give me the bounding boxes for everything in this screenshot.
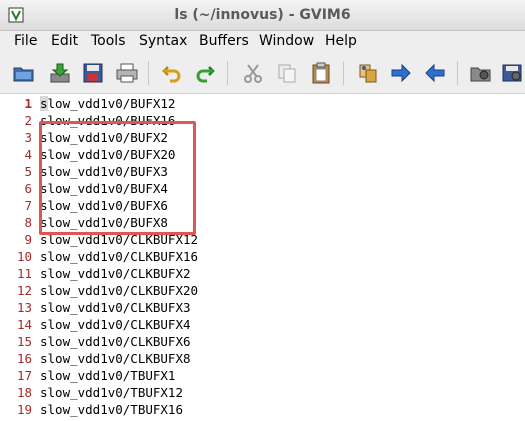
line-text: slow_vdd1v0/TBUFX1: [40, 368, 176, 383]
line-text: slow_vdd1v0/CLKBUFX4: [40, 317, 191, 332]
line-number: 4: [24, 147, 32, 162]
forward-icon[interactable]: [389, 61, 413, 85]
line-text: slow_vdd1v0/TBUFX16: [40, 402, 183, 417]
line-number: 7: [24, 198, 32, 213]
editor-line[interactable]: 18 slow_vdd1v0/TBUFX12: [0, 384, 525, 401]
open-icon[interactable]: [12, 61, 36, 85]
editor-line[interactable]: 19 slow_vdd1v0/TBUFX16: [0, 401, 525, 418]
line-text: slow_vdd1v0/BUFX12: [40, 96, 176, 111]
menu-bar: File Edit Tools Syntax Buffers Window He…: [0, 31, 525, 53]
make-icon[interactable]: [469, 61, 493, 85]
window-title: ls (~/innovus) - GVIM6: [174, 7, 351, 23]
line-number: 3: [24, 130, 32, 145]
line-number: 17: [16, 368, 32, 383]
cut-icon[interactable]: [241, 61, 265, 85]
script-icon[interactable]: [501, 61, 525, 85]
toolbar-separator: [227, 61, 228, 85]
editor-line[interactable]: 14 slow_vdd1v0/CLKBUFX4: [0, 316, 525, 333]
redo-icon[interactable]: [193, 61, 217, 85]
line-number: 9: [24, 232, 32, 247]
undo-icon[interactable]: [160, 61, 184, 85]
line-text: slow_vdd1v0/CLKBUFX20: [40, 283, 199, 298]
line-number: 18: [16, 385, 32, 400]
menu-file[interactable]: File: [14, 33, 37, 49]
menu-syntax[interactable]: Syntax: [139, 33, 187, 49]
replace-icon[interactable]: [356, 61, 380, 85]
editor-line[interactable]: 16 slow_vdd1v0/CLKBUFX8: [0, 350, 525, 367]
editor-line[interactable]: 11 slow_vdd1v0/CLKBUFX2: [0, 265, 525, 282]
menu-tools[interactable]: Tools: [91, 33, 126, 49]
line-number: 19: [16, 402, 32, 417]
editor-line[interactable]: 12 slow_vdd1v0/CLKBUFX20: [0, 282, 525, 299]
line-number: 2: [24, 113, 32, 128]
print-icon[interactable]: [115, 61, 139, 85]
paste-icon[interactable]: [309, 61, 333, 85]
toolbar: [0, 53, 525, 94]
back-icon[interactable]: [423, 61, 447, 85]
line-text: slow_vdd1v0/CLKBUFX6: [40, 334, 191, 349]
line-number: 16: [16, 351, 32, 366]
toolbar-separator: [457, 61, 458, 85]
save-icon[interactable]: [81, 61, 105, 85]
line-text: slow_vdd1v0/CLKBUFX8: [40, 351, 191, 366]
highlight-box: [39, 121, 196, 235]
menu-edit[interactable]: Edit: [51, 33, 78, 49]
menu-buffers[interactable]: Buffers: [199, 33, 249, 49]
line-number: 15: [16, 334, 32, 349]
line-text: slow_vdd1v0/CLKBUFX2: [40, 266, 191, 281]
line-number: 14: [16, 317, 32, 332]
menu-help[interactable]: Help: [325, 33, 357, 49]
line-text: slow_vdd1v0/CLKBUFX16: [40, 249, 199, 264]
copy-icon[interactable]: [275, 61, 299, 85]
editor-line[interactable]: 10 slow_vdd1v0/CLKBUFX16: [0, 248, 525, 265]
editor-line[interactable]: 13 slow_vdd1v0/CLKBUFX3: [0, 299, 525, 316]
line-number: 5: [24, 164, 32, 179]
editor-line[interactable]: 1 slow_vdd1v0/BUFX12: [0, 95, 525, 112]
line-number: 13: [16, 300, 32, 315]
line-text: slow_vdd1v0/TBUFX12: [40, 385, 183, 400]
save-down-icon[interactable]: [48, 61, 72, 85]
line-number: 8: [24, 215, 32, 230]
line-number: 11: [16, 266, 32, 281]
line-number: 1: [24, 96, 32, 111]
line-number: 6: [24, 181, 32, 196]
menu-window[interactable]: Window: [259, 33, 314, 49]
line-text: slow_vdd1v0/CLKBUFX3: [40, 300, 191, 315]
editor-line[interactable]: 15 slow_vdd1v0/CLKBUFX6: [0, 333, 525, 350]
toolbar-separator: [148, 61, 149, 85]
line-number: 12: [16, 283, 32, 298]
editor-line[interactable]: 17 slow_vdd1v0/TBUFX1: [0, 367, 525, 384]
title-bar: ls (~/innovus) - GVIM6: [0, 0, 525, 31]
toolbar-separator: [343, 61, 344, 85]
line-number: 10: [16, 249, 32, 264]
